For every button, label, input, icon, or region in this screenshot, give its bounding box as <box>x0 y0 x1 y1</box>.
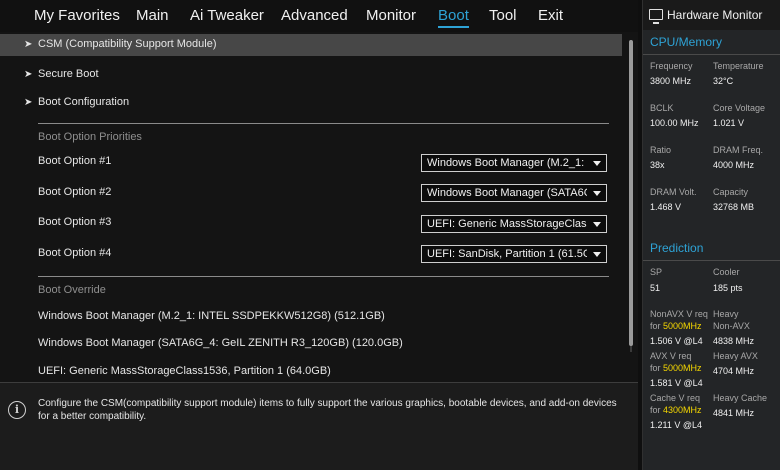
prediction-title: Prediction <box>650 241 704 255</box>
menu-main[interactable]: Main <box>136 7 169 24</box>
heavy-nonavx-label-1: Heavy <box>713 309 739 319</box>
caret-down-icon <box>593 222 601 227</box>
dram-volt-label: DRAM Volt. <box>650 187 697 197</box>
heavy-nonavx-value: 4838 MHz <box>713 336 755 346</box>
avx-vreq-value: 1.581 V @L4 <box>650 378 703 388</box>
frequency-label: Frequency <box>650 61 693 71</box>
submenu-boot-configuration-label: Boot Configuration <box>38 96 130 108</box>
caret-down-icon <box>593 191 601 196</box>
boot-option-2-label: Boot Option #2 <box>38 186 112 198</box>
avx-target-freq: 5000MHz <box>663 363 702 373</box>
core-voltage-label: Core Voltage <box>713 103 766 113</box>
monitor-icon <box>649 9 663 24</box>
dram-freq-value: 4000 MHz <box>713 160 755 170</box>
boot-option-4-label: Boot Option #4 <box>38 247 112 259</box>
help-text: Configure the CSM(compatibility support … <box>38 398 617 422</box>
boot-option-2-select[interactable]: Windows Boot Manager (SATA6G <box>421 184 607 202</box>
top-menu-bar: My Favorites Main Ai Tweaker Advanced Mo… <box>0 0 638 32</box>
divider <box>38 276 609 277</box>
boot-settings-panel: ➤ CSM (Compatibility Support Module) ➤ S… <box>0 32 638 382</box>
divider <box>643 54 780 55</box>
heavy-nonavx-label-2: Non-AVX <box>713 321 750 331</box>
core-voltage-value: 1.021 V <box>713 118 745 128</box>
sp-value: 51 <box>650 283 661 293</box>
hardware-monitor-title: Hardware Monitor <box>667 8 763 22</box>
submenu-boot-configuration[interactable]: ➤ Boot Configuration <box>0 92 622 114</box>
temperature-label: Temperature <box>713 61 764 71</box>
boot-override-item[interactable]: Windows Boot Manager (M.2_1: INTEL SSDPE… <box>38 310 385 322</box>
ratio-value: 38x <box>650 160 665 170</box>
ratio-label: Ratio <box>650 145 672 155</box>
boot-override-item[interactable]: Windows Boot Manager (SATA6G_4: GeIL ZEN… <box>38 337 403 349</box>
heavy-cache-value: 4841 MHz <box>713 408 755 418</box>
boot-override-item[interactable]: UEFI: Generic MassStorageClass1536, Part… <box>38 365 331 377</box>
boot-option-1-label: Boot Option #1 <box>38 155 112 167</box>
cache-target-freq: 4300MHz <box>663 405 702 415</box>
capacity-label: Capacity <box>713 187 749 197</box>
heavy-cache-label: Heavy Cache <box>713 393 768 403</box>
bclk-label: BCLK <box>650 103 674 113</box>
boot-option-1-value: Windows Boot Manager (M.2_1: <box>427 157 585 169</box>
menu-ai-tweaker[interactable]: Ai Tweaker <box>190 7 264 24</box>
sp-label: SP <box>650 267 663 277</box>
dram-volt-value: 1.468 V <box>650 202 682 212</box>
avx-for-label: for 5000MHz <box>650 363 702 373</box>
boot-option-4-value: UEFI: SanDisk, Partition 1 (61.5G <box>427 248 587 260</box>
hardware-monitor-panel: Hardware Monitor CPU/Memory Frequency Te… <box>642 0 780 470</box>
bclk-value: 100.00 MHz <box>650 118 699 128</box>
boot-option-3-select[interactable]: UEFI: Generic MassStorageClass <box>421 215 607 233</box>
menu-boot[interactable]: Boot <box>438 7 469 28</box>
divider <box>38 123 609 124</box>
menu-monitor[interactable]: Monitor <box>366 7 416 24</box>
menu-exit[interactable]: Exit <box>538 7 563 24</box>
caret-down-icon <box>593 252 601 257</box>
chevron-right-icon: ➤ <box>24 97 33 108</box>
menu-tool[interactable]: Tool <box>489 7 517 24</box>
capacity-value: 32768 MB <box>713 202 755 212</box>
submenu-csm-label: CSM (Compatibility Support Module) <box>38 38 217 50</box>
frequency-value: 3800 MHz <box>650 76 692 86</box>
boot-override-title: Boot Override <box>38 284 106 296</box>
divider <box>643 260 780 261</box>
heavy-avx-value: 4704 MHz <box>713 366 755 376</box>
boot-option-priorities-title: Boot Option Priorities <box>38 131 142 143</box>
heavy-avx-label: Heavy AVX <box>713 351 758 361</box>
cache-vreq-label: Cache V req <box>650 393 701 403</box>
menu-my-favorites[interactable]: My Favorites <box>34 7 120 24</box>
nonavx-vreq-label: NonAVX V req <box>650 309 708 319</box>
chevron-right-icon: ➤ <box>24 69 33 80</box>
caret-down-icon <box>593 161 601 166</box>
submenu-secure-boot-label: Secure Boot <box>38 68 99 80</box>
info-icon: i <box>8 401 26 419</box>
cooler-value: 185 pts <box>713 283 743 293</box>
temperature-value: 32°C <box>713 76 734 86</box>
boot-option-3-label: Boot Option #3 <box>38 216 112 228</box>
cache-for-label: for 4300MHz <box>650 405 702 415</box>
submenu-secure-boot[interactable]: ➤ Secure Boot <box>0 64 622 86</box>
nonavx-target-freq: 5000MHz <box>663 321 702 331</box>
submenu-csm[interactable]: ➤ CSM (Compatibility Support Module) <box>0 34 622 56</box>
menu-advanced[interactable]: Advanced <box>281 7 348 24</box>
nonavx-for-label: for 5000MHz <box>650 321 702 331</box>
hardware-monitor-header: Hardware Monitor <box>643 0 780 30</box>
chevron-right-icon: ➤ <box>24 39 33 50</box>
nonavx-vreq-value: 1.506 V @L4 <box>650 336 703 346</box>
cache-vreq-value: 1.211 V @L4 <box>650 420 703 430</box>
boot-option-1-select[interactable]: Windows Boot Manager (M.2_1: <box>421 154 607 172</box>
boot-option-4-select[interactable]: UEFI: SanDisk, Partition 1 (61.5G <box>421 245 607 263</box>
help-info-bar: i Configure the CSM(compatibility suppor… <box>0 382 638 470</box>
boot-option-3-value: UEFI: Generic MassStorageClass <box>427 218 587 230</box>
scrollbar-thumb[interactable] <box>629 40 633 346</box>
boot-option-2-value: Windows Boot Manager (SATA6G <box>427 187 587 199</box>
dram-freq-label: DRAM Freq. <box>713 145 764 155</box>
avx-vreq-label: AVX V req <box>650 351 692 361</box>
cpu-memory-title: CPU/Memory <box>650 35 723 49</box>
cooler-label: Cooler <box>713 267 740 277</box>
